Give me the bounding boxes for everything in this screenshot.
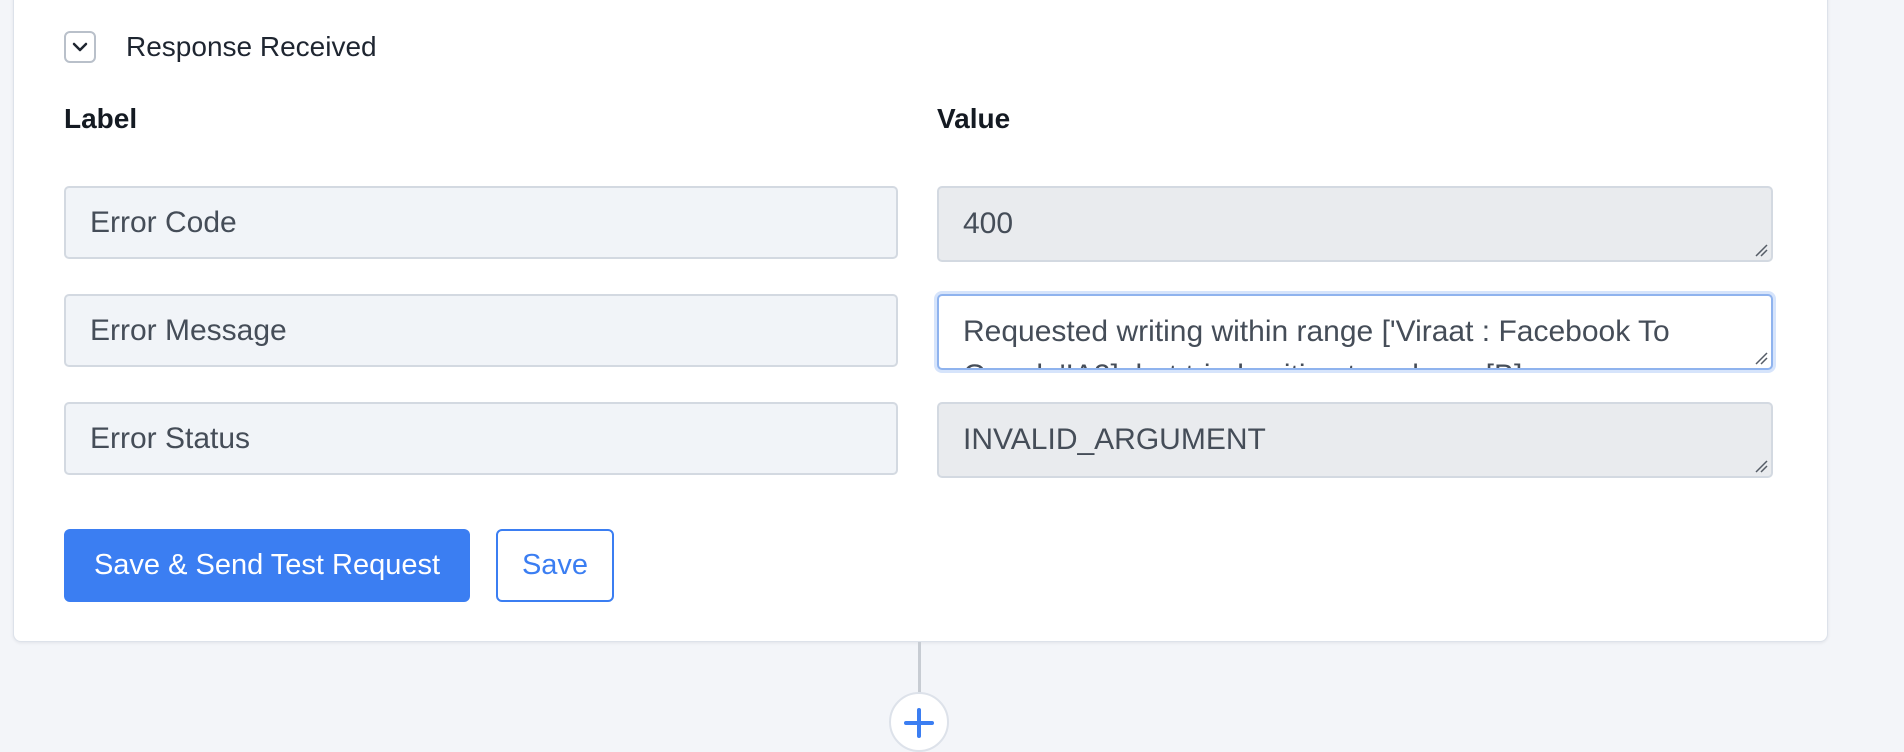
plus-icon [904, 708, 934, 738]
value-field-text: 400 [963, 207, 1014, 240]
value-column-header: Value [937, 103, 1011, 134]
resize-handle-icon[interactable] [1754, 351, 1768, 365]
flow-connector-line [918, 642, 921, 694]
label-field-error-code[interactable]: Error Code [64, 186, 898, 259]
resize-handle-icon[interactable] [1754, 459, 1768, 473]
save-button[interactable]: Save [496, 529, 614, 602]
resize-handle-icon[interactable] [1754, 243, 1768, 257]
value-field-error-status[interactable]: INVALID_ARGUMENT [937, 402, 1773, 478]
label-field-text: Error Message [90, 313, 287, 347]
section-title: Response Received [126, 31, 377, 62]
label-field-error-message[interactable]: Error Message [64, 294, 898, 367]
chevron-down-icon [72, 42, 88, 52]
value-field-text: Requested writing within range ['Viraat … [963, 315, 1670, 368]
label-field-error-status[interactable]: Error Status [64, 402, 898, 475]
save-and-send-test-request-button[interactable]: Save & Send Test Request [64, 529, 470, 602]
section-header: Response Received [64, 31, 377, 63]
label-column-header: Label [64, 103, 138, 134]
value-field-text: INVALID_ARGUMENT [963, 423, 1266, 456]
value-field-error-message[interactable]: Requested writing within range ['Viraat … [937, 294, 1773, 370]
label-field-text: Error Status [90, 421, 251, 455]
label-field-text: Error Code [90, 205, 237, 239]
collapse-toggle-button[interactable] [64, 31, 96, 63]
add-step-button[interactable] [889, 692, 949, 752]
value-field-error-code[interactable]: 400 [937, 186, 1773, 262]
